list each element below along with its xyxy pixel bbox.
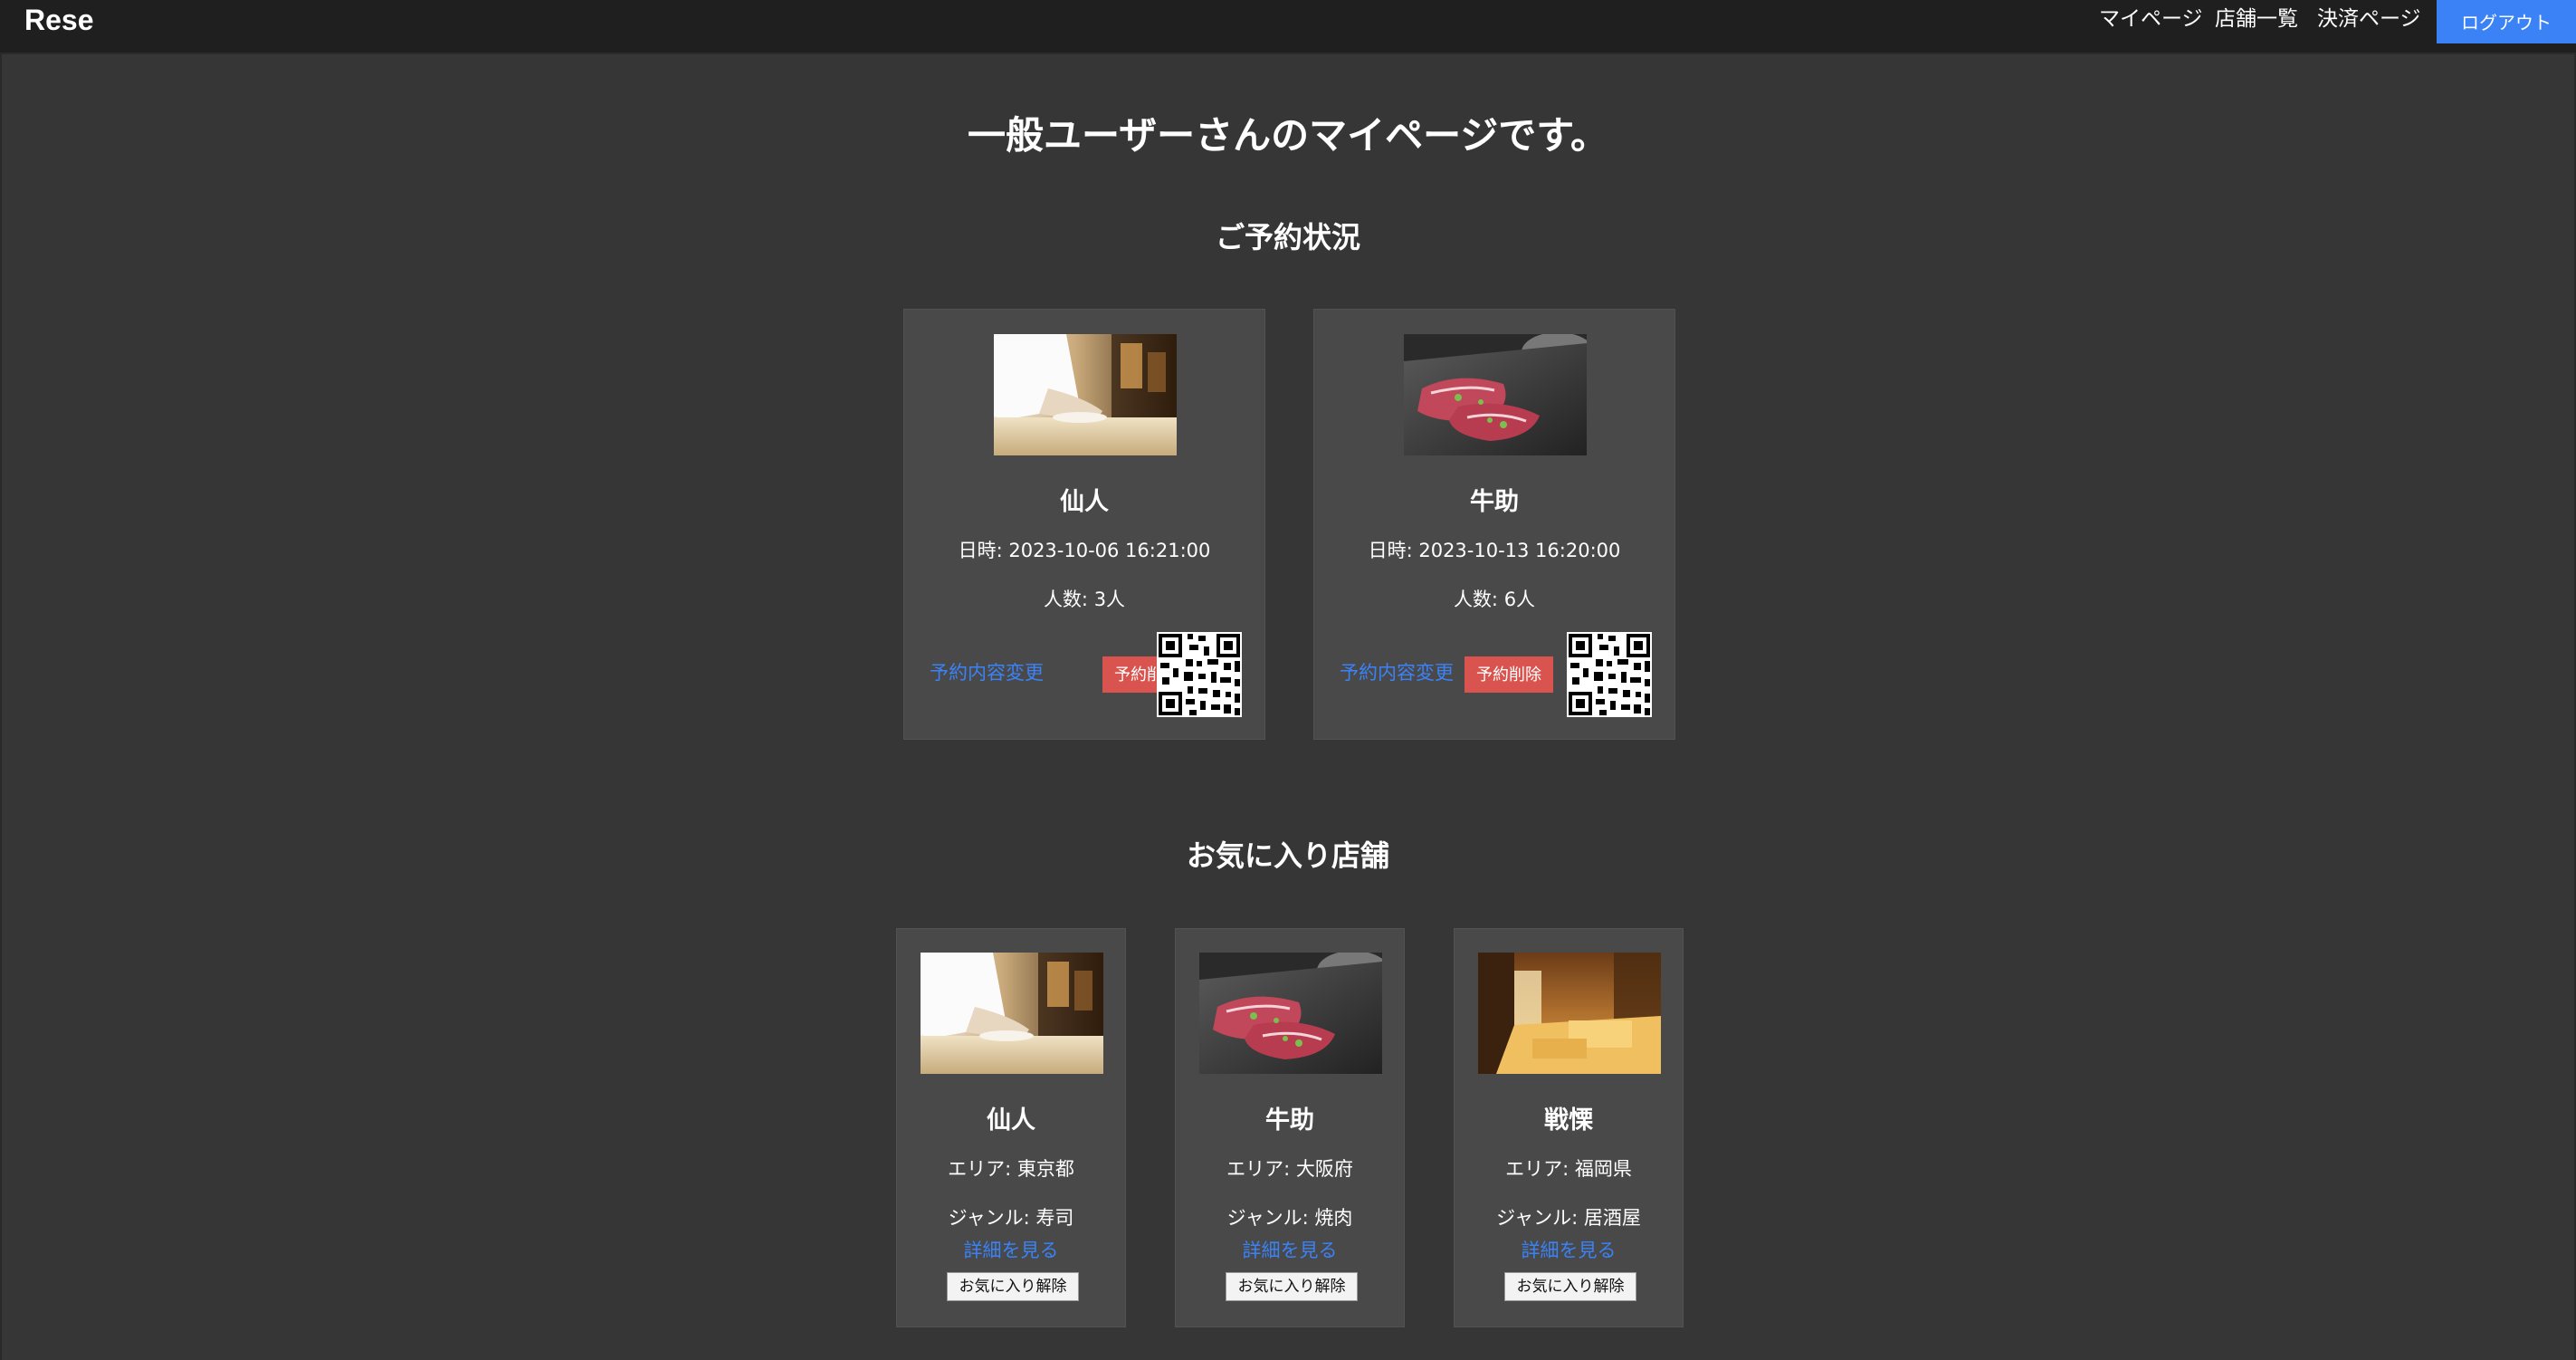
reservations-heading: ご予約状況 bbox=[1215, 220, 1360, 254]
favorite-shop-card: 戦慄 エリア: 福岡県 ジャンル: 居酒屋 詳細を見る お気に入り解除 bbox=[1454, 928, 1684, 1327]
shop-genre: ジャンル: 寿司 bbox=[948, 1207, 1074, 1229]
shop-area: エリア: 福岡県 bbox=[1505, 1158, 1632, 1180]
favorite-shop-card: 牛助 エリア: 大阪府 ジャンル: 焼肉 詳細を見る お気に入り解除 bbox=[1175, 928, 1405, 1327]
nav-payment-link[interactable]: 決済ページ bbox=[2317, 5, 2421, 33]
shop-area: エリア: 大阪府 bbox=[1226, 1158, 1353, 1180]
detail-link-row: 詳細を見る bbox=[897, 1237, 1125, 1264]
shop-genre: ジャンル: 居酒屋 bbox=[1496, 1207, 1641, 1229]
shop-name: 牛助 bbox=[1470, 488, 1519, 516]
shop-detail-link[interactable]: 詳細を見る bbox=[1243, 1240, 1338, 1261]
reservation-card: 仙人 日時: 2023-10-06 16:21:00 人数: 3人 予約内容変更… bbox=[903, 309, 1265, 740]
nav-mypage-link[interactable]: マイページ bbox=[2099, 5, 2203, 33]
shop-photo bbox=[921, 953, 1103, 1074]
detail-link-row: 詳細を見る bbox=[1455, 1237, 1683, 1264]
shop-photo bbox=[994, 334, 1177, 455]
app-logo[interactable]: Rese bbox=[24, 2, 94, 38]
page-title: 一般ユーザーさんのマイページです。 bbox=[967, 113, 1609, 158]
remove-favorite-button[interactable]: お気に入り解除 bbox=[947, 1272, 1079, 1301]
remove-favorite-button[interactable]: お気に入り解除 bbox=[1226, 1272, 1358, 1301]
shop-name: 仙人 bbox=[1060, 488, 1109, 516]
reservation-people: 人数: 6人 bbox=[1453, 589, 1536, 610]
shop-detail-link[interactable]: 詳細を見る bbox=[964, 1240, 1059, 1261]
delete-reservation-button[interactable]: 予約削除 bbox=[1465, 656, 1553, 693]
logout-button[interactable]: ログアウト bbox=[2437, 0, 2576, 43]
edit-reservation-link[interactable]: 予約内容変更 bbox=[930, 659, 1044, 686]
favorites-heading: お気に入り店舗 bbox=[1186, 838, 1389, 873]
shop-name: 牛助 bbox=[1265, 1106, 1314, 1135]
top-navbar: Rese マイページ 店舗一覧 決済ページ ログアウト bbox=[0, 0, 2576, 54]
shop-name: 仙人 bbox=[987, 1106, 1035, 1135]
shop-photo bbox=[1478, 953, 1661, 1074]
remove-favorite-button[interactable]: お気に入り解除 bbox=[1504, 1272, 1636, 1301]
reservation-people: 人数: 3人 bbox=[1043, 589, 1126, 610]
favorite-shop-card: 仙人 エリア: 東京都 ジャンル: 寿司 詳細を見る お気に入り解除 bbox=[896, 928, 1126, 1327]
shop-photo bbox=[1199, 953, 1382, 1074]
shop-photo bbox=[1404, 334, 1587, 455]
reservation-qr-code bbox=[1157, 632, 1242, 717]
reservation-qr-code bbox=[1567, 632, 1652, 717]
detail-link-row: 詳細を見る bbox=[1176, 1237, 1404, 1264]
shop-genre: ジャンル: 焼肉 bbox=[1226, 1207, 1353, 1229]
shop-detail-link[interactable]: 詳細を見る bbox=[1522, 1240, 1617, 1261]
shop-name: 戦慄 bbox=[1544, 1106, 1593, 1135]
reservation-card: 牛助 日時: 2023-10-13 16:20:00 人数: 6人 予約内容変更… bbox=[1313, 309, 1675, 740]
shop-area: エリア: 東京都 bbox=[948, 1158, 1074, 1180]
reservation-datetime: 日時: 2023-10-13 16:20:00 bbox=[1368, 540, 1621, 561]
edit-reservation-link[interactable]: 予約内容変更 bbox=[1340, 659, 1454, 686]
reservation-datetime: 日時: 2023-10-06 16:21:00 bbox=[958, 540, 1211, 561]
nav-shop-list-link[interactable]: 店舗一覧 bbox=[2215, 5, 2298, 33]
